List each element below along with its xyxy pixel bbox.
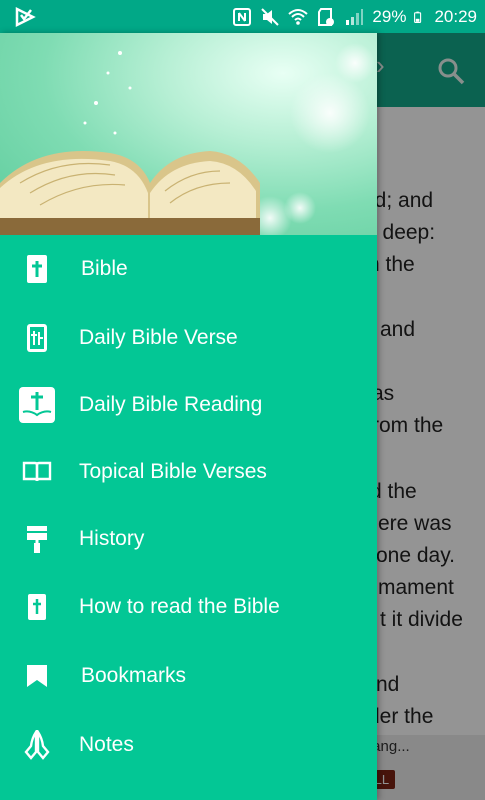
- open-book-icon: [20, 455, 54, 489]
- menu-item-label: Notes: [79, 732, 134, 756]
- status-icons: 29% 20:29: [232, 0, 477, 33]
- menu-item-label: History: [79, 526, 145, 550]
- open-book-illustration: [0, 43, 375, 235]
- battery-percent: 29%: [372, 6, 407, 26]
- menu-item-notes[interactable]: Notes: [0, 711, 377, 778]
- battery-icon: [414, 11, 422, 23]
- menu-item-label: Bookmarks: [81, 663, 187, 687]
- menu-item-label: Bible: [81, 256, 128, 280]
- navigation-drawer: Bible Daily Bible Verse Daily Bible Read…: [0, 33, 377, 800]
- menu-item-label: Daily Bible Reading: [79, 392, 263, 416]
- menu-item-bible[interactable]: Bible: [0, 235, 377, 302]
- bookmark-icon: [20, 659, 54, 693]
- daily-verse-icon: [20, 321, 54, 355]
- signal-icon: [346, 8, 364, 25]
- status-bar: 29% 20:29: [0, 0, 485, 33]
- daily-reading-icon: [18, 386, 56, 424]
- bible-small-icon: [20, 590, 54, 624]
- menu-item-label: Daily Bible Verse: [79, 325, 238, 349]
- menu-item-daily-bible-reading[interactable]: Daily Bible Reading: [0, 371, 377, 438]
- menu-item-bookmarks[interactable]: Bookmarks: [0, 642, 377, 709]
- menu-item-history[interactable]: History: [0, 505, 377, 572]
- sd-card-icon: [318, 7, 335, 26]
- clock: 20:29: [434, 6, 477, 26]
- bible-icon: [20, 252, 54, 286]
- paint-roller-icon: [20, 522, 54, 556]
- mute-icon: [261, 7, 280, 26]
- menu-item-how-to-read-the-bible[interactable]: How to read the Bible: [0, 573, 377, 640]
- menu-item-label: Topical Bible Verses: [79, 459, 267, 483]
- wifi-icon: [288, 8, 309, 25]
- nfc-icon: [233, 7, 252, 26]
- drawer-header-image: [0, 33, 377, 235]
- praying-hands-icon: [20, 728, 54, 762]
- menu-item-daily-bible-verse[interactable]: Daily Bible Verse: [0, 304, 377, 371]
- menu-item-label: How to read the Bible: [79, 594, 280, 618]
- menu-item-topical-bible-verses[interactable]: Topical Bible Verses: [0, 438, 377, 505]
- app-notification-icon: [15, 6, 36, 28]
